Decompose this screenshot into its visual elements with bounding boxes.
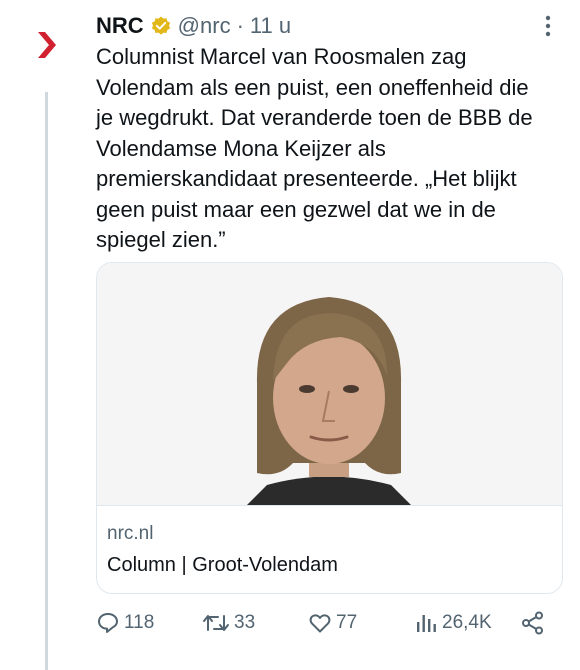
views-icon [417, 615, 436, 632]
card-domain: nrc.nl [107, 523, 154, 544]
card-image[interactable] [97, 263, 562, 506]
repost-icon [203, 615, 229, 631]
link-card[interactable]: nrc.nl Column | Groot-Volendam [96, 262, 563, 594]
repost-button[interactable]: 33 [202, 606, 255, 640]
tweet-text-line: spiegel zien.” [96, 227, 226, 252]
like-count: 77 [336, 612, 358, 633]
thread-line [45, 92, 48, 670]
tweet-text-line: premierskandidaat presenteerde. „Het bli… [96, 166, 517, 191]
share-button[interactable] [520, 606, 550, 640]
separator-dot: · [236, 13, 244, 38]
verified-badge-icon [151, 16, 170, 35]
author-handle[interactable]: @nrc [178, 13, 231, 39]
tweet-text-line: Volendam als een puist, een oneffenheid … [96, 74, 529, 100]
views-button[interactable]: 26,4K [414, 606, 492, 640]
like-button[interactable]: 77 [308, 606, 357, 640]
tweet-timestamp[interactable]: 11 u [250, 13, 291, 39]
tweet-text-line: Volendamse Mona Keijzer als [96, 135, 386, 161]
share-icon [522, 611, 543, 635]
view-count: 26,4K [442, 612, 492, 633]
card-title[interactable]: Column | Groot-Volendam [107, 554, 338, 577]
more-icon[interactable] [536, 12, 560, 42]
tweet-header: NRC @nrc · 11 u [96, 12, 291, 40]
tweet-text-line: je wegdrukt. Dat veranderde toen de BBB … [96, 105, 533, 130]
tweet-text-line: geen puist maar een gezwel dat we in de [96, 196, 496, 222]
like-icon [309, 614, 331, 633]
author-name[interactable]: NRC [96, 13, 144, 39]
repost-count: 33 [234, 612, 256, 633]
reply-icon [98, 613, 118, 633]
reply-button[interactable]: 118 [96, 606, 154, 640]
tweet-actions: 118 33 77 26,4K [96, 606, 556, 640]
tweet-text: Columnist Marcel van Roosmalen zag Volen… [96, 42, 558, 256]
nrc-logo-icon[interactable] [36, 30, 58, 60]
tweet-text-line: Columnist Marcel van Roosmalen zag [96, 44, 467, 69]
reply-count: 118 [124, 612, 155, 633]
